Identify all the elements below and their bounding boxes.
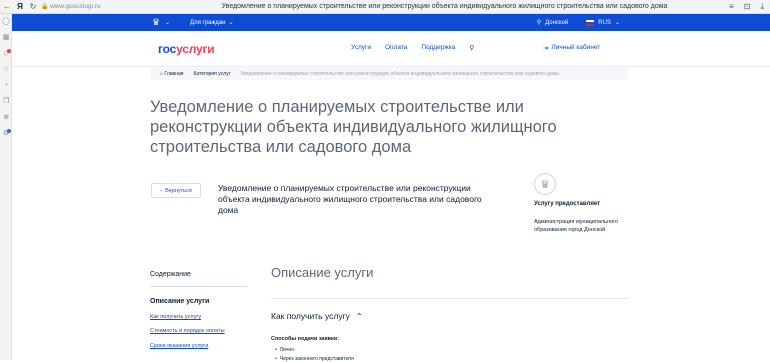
- browser-toolbar: ← Я ↻ 🔒 www.gosuslugi.ru Уведомление о п…: [0, 0, 770, 14]
- grid-icon[interactable]: ▦: [0, 30, 12, 46]
- list-item: Лично: [275, 347, 294, 353]
- breadcrumb-current: Уведомление о планируемых строительстве …: [240, 71, 559, 77]
- breadcrumb-home[interactable]: ⌂ Главная: [160, 71, 183, 77]
- main-nav: Услуги Оплата Поддержка ⚲: [351, 44, 474, 52]
- home-icon: ⌂: [160, 71, 164, 77]
- cabinet-label: Личный кабинет: [551, 44, 601, 51]
- user-icon[interactable]: ◯: [0, 14, 12, 30]
- back-button-label: Вернуться: [165, 187, 192, 194]
- site-header: госуслуги Услуги Оплата Поддержка ⚲ ⇥ Ли…: [12, 31, 770, 67]
- toc-link-terms[interactable]: Сроки оказания услуги: [150, 343, 208, 349]
- flag-icon: [586, 19, 595, 26]
- accordion-how-to-get[interactable]: Как получить услугу ⌃: [271, 311, 363, 321]
- breadcrumb-home-label: Главная: [164, 71, 184, 77]
- profile-icon[interactable]: ⊡: [744, 2, 751, 12]
- back-button[interactable]: ‹ Вернуться: [151, 183, 201, 198]
- chevron-left-icon: ‹: [160, 187, 163, 194]
- address-bar[interactable]: www.gosuslugi.ru: [50, 3, 160, 10]
- back-arrow-icon[interactable]: ←: [0, 2, 14, 11]
- toc-service-description[interactable]: Описание услуги: [150, 298, 209, 305]
- chevron-down-icon[interactable]: ⌄: [229, 19, 234, 26]
- section-heading: Описание услуги: [271, 265, 374, 280]
- reload-icon[interactable]: ↻: [26, 2, 40, 11]
- provider-name: Администрация муниципального образования…: [534, 219, 619, 233]
- menu-icon[interactable]: ≡: [729, 2, 734, 12]
- download-icon[interactable]: ⤓: [760, 2, 764, 12]
- breadcrumb: ⌂ Главная Категория услуг Уведомление о …: [150, 68, 628, 80]
- star-icon[interactable]: ☆: [0, 62, 12, 78]
- page-title: Уведомление о планируемых строительстве …: [150, 98, 557, 156]
- service-title: Уведомление о планируемых строительстве …: [218, 183, 482, 215]
- download-circle-icon[interactable]: ⊕: [0, 110, 12, 126]
- clock-icon[interactable]: ◔: [0, 78, 12, 94]
- chevron-down-icon[interactable]: ⌄: [165, 19, 170, 26]
- location-pin-icon: ⚲: [536, 20, 542, 26]
- language-selector[interactable]: RUS: [598, 20, 611, 26]
- logo-uslugi: услуги: [176, 42, 215, 56]
- nav-payment[interactable]: Оплата: [385, 44, 407, 52]
- location-selector[interactable]: Донской: [545, 20, 568, 26]
- top-band: ♛ ⌄ Для граждан ⌄ ⚲ Донской RUS ⌄: [12, 14, 770, 31]
- nav-services[interactable]: Услуги: [351, 44, 371, 52]
- chevron-up-icon[interactable]: ⌃: [356, 312, 363, 321]
- toc-link-cost[interactable]: Стоимость и порядок оплаты: [150, 328, 225, 334]
- contents-heading: Содержание: [150, 271, 191, 278]
- divider: [271, 298, 628, 299]
- logo-gos: гос: [158, 42, 177, 56]
- personal-cabinet-link[interactable]: ⇥ Личный кабинет: [543, 44, 600, 52]
- for-citizens-menu[interactable]: Для граждан: [190, 20, 226, 26]
- breadcrumb-category[interactable]: Категория услуг: [193, 71, 230, 77]
- login-icon: ⇥: [543, 45, 549, 52]
- divider: [150, 286, 247, 287]
- toc-link-how-to-get[interactable]: Как получить услугу: [150, 314, 201, 320]
- methods-label: Способы подачи заявки:: [271, 336, 340, 342]
- shield-icon[interactable]: ◇: [0, 46, 12, 62]
- list-item: Через законного представителя: [275, 356, 354, 362]
- nav-support[interactable]: Поддержка: [421, 44, 455, 52]
- tab-title: Уведомление о планируемых строительстве …: [221, 3, 668, 10]
- browser-logo-icon[interactable]: Я: [14, 2, 26, 11]
- browser-sidebar: ◯ ▦ ◇ ☆ ◔ ❒ ⊕ ⚙: [0, 14, 12, 360]
- provider-label: Услугу предоставляет: [534, 201, 601, 207]
- chevron-down-icon[interactable]: ⌄: [615, 19, 620, 26]
- search-icon[interactable]: ⚲: [469, 44, 474, 52]
- emblem-icon[interactable]: ♛: [150, 17, 162, 29]
- gear-icon[interactable]: ⚙: [0, 126, 12, 142]
- gosuslugi-logo[interactable]: госуслуги: [158, 42, 215, 56]
- accordion-title-label: Как получить услугу: [271, 311, 350, 321]
- lock-icon: 🔒: [41, 4, 49, 10]
- coat-of-arms-icon: ♛: [534, 173, 556, 195]
- layers-icon[interactable]: ❒: [0, 94, 12, 110]
